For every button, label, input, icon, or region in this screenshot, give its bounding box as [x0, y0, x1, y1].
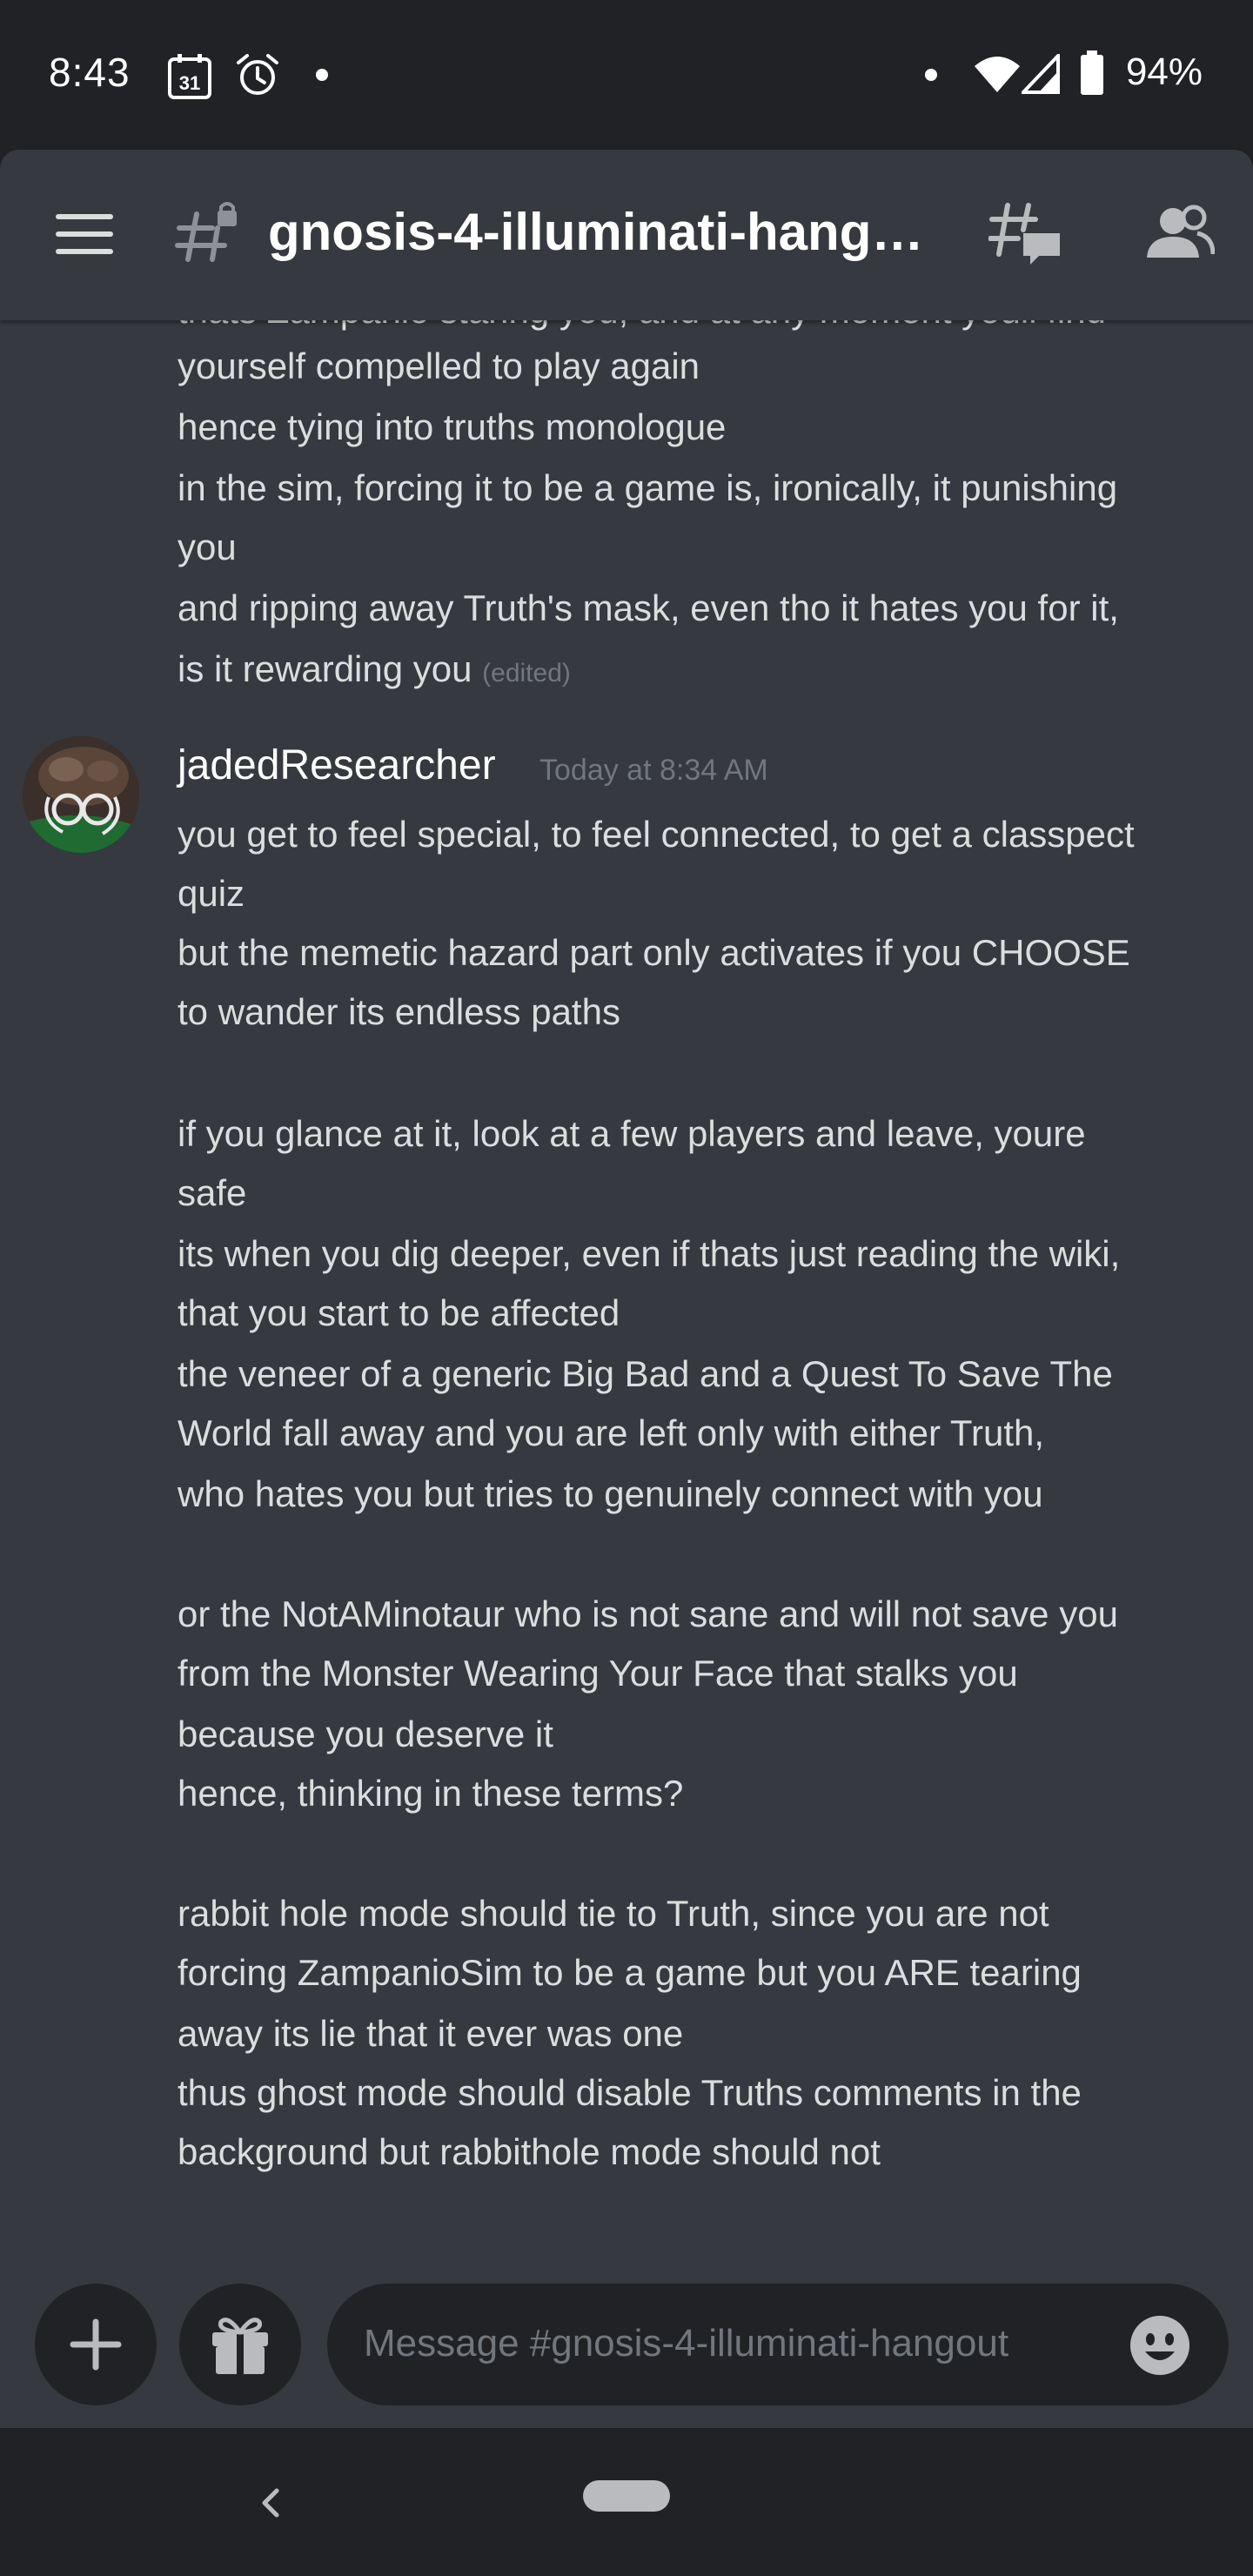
message-placeholder: Message #gnosis-4-illuminati-hangout [364, 2322, 1009, 2365]
discord-screen: 8:43 31 94% thats Zampanio [0, 0, 1253, 2576]
threads-icon[interactable] [988, 198, 1062, 268]
message-line: forcing ZampanioSim to be a game but you… [178, 1952, 1082, 1993]
status-bar: 8:43 31 94% [0, 0, 1253, 150]
cell-signal-icon [1022, 54, 1060, 94]
emoji-icon[interactable] [1129, 2315, 1190, 2376]
message-author[interactable]: jadedResearcher [178, 741, 496, 789]
composer-bar: Message #gnosis-4-illuminati-hangout [0, 2284, 1253, 2428]
message-line: if you glance at it, look at a few playe… [178, 1113, 1086, 1154]
message-line: rabbit hole mode should tie to Truth, si… [178, 1893, 1049, 1934]
message-line: quiz [178, 873, 245, 914]
message-line: in the sim, forcing it to be a game is, … [178, 467, 1118, 508]
add-attachment-button[interactable] [35, 2284, 157, 2405]
message-line: yourself compelled to play again [178, 345, 700, 386]
message-line: and ripping away Truth's mask, even tho … [178, 587, 1119, 628]
channel-header: gnosis-4-illuminati-hang… [0, 150, 1253, 320]
members-icon[interactable] [1145, 204, 1215, 265]
message-line: from the Monster Wearing Your Face that … [178, 1653, 1018, 1694]
message-line: you [178, 527, 237, 567]
message-line: away its lie that it ever was one [178, 2013, 684, 2054]
message-line: because you deserve it [178, 1714, 553, 1754]
back-chevron-icon[interactable] [258, 2485, 284, 2520]
wifi-icon [975, 57, 1020, 92]
system-nav-bar [0, 2428, 1253, 2576]
message-line: is it rewarding you (edited) [178, 639, 571, 703]
message-list[interactable]: thats Zampanio staring you, and at any m… [0, 320, 1253, 2284]
message-line-text: is it rewarding you [178, 648, 472, 689]
channel-name[interactable]: gnosis-4-illuminati-hang… [268, 202, 987, 262]
alarm-icon [237, 54, 278, 95]
edited-label: (edited) [482, 659, 571, 688]
locked-text-channel-icon [175, 202, 237, 262]
message-line: or the NotAMinotaur who is not sane and … [178, 1593, 1118, 1634]
message-line: thus ghost mode should disable Truths co… [178, 2072, 1082, 2113]
notification-dot-icon [316, 69, 328, 81]
calendar-icon: 31 [168, 54, 211, 99]
avatar[interactable] [23, 736, 139, 853]
gift-icon [212, 2318, 268, 2374]
message-line: hence tying into truths monologue [178, 406, 727, 447]
message-line: but the memetic hazard part only activat… [178, 932, 1130, 973]
message-input[interactable]: Message #gnosis-4-illuminati-hangout [327, 2284, 1229, 2405]
plus-icon [70, 2318, 122, 2371]
battery-icon [1081, 50, 1103, 95]
message-line: the veneer of a generic Big Bad and a Qu… [178, 1353, 1113, 1394]
message-line: World fall away and you are left only wi… [178, 1412, 1045, 1453]
message-line: hence, thinking in these terms? [178, 1773, 684, 1814]
notification-dot-icon [925, 69, 937, 81]
calendar-day: 31 [179, 72, 200, 94]
message-line: who hates you but tries to genuinely con… [178, 1473, 1043, 1514]
avatar-image [23, 736, 139, 853]
gift-button[interactable] [179, 2284, 301, 2405]
message-line: its when you dig deeper, even if thats j… [178, 1233, 1121, 1274]
hamburger-menu-icon[interactable] [56, 214, 113, 254]
message-line: to wander its endless paths [178, 991, 620, 1032]
message-timestamp: Today at 8:34 AM [539, 754, 768, 787]
message-line: background but rabbithole mode should no… [178, 2131, 881, 2172]
message-line: that you start to be affected [178, 1292, 620, 1333]
home-pill[interactable] [583, 2480, 670, 2512]
message-line: you get to feel special, to feel connect… [178, 814, 1135, 855]
status-time: 8:43 [49, 50, 131, 95]
message-line: safe [178, 1172, 247, 1213]
battery-percent: 94% [1125, 50, 1203, 93]
